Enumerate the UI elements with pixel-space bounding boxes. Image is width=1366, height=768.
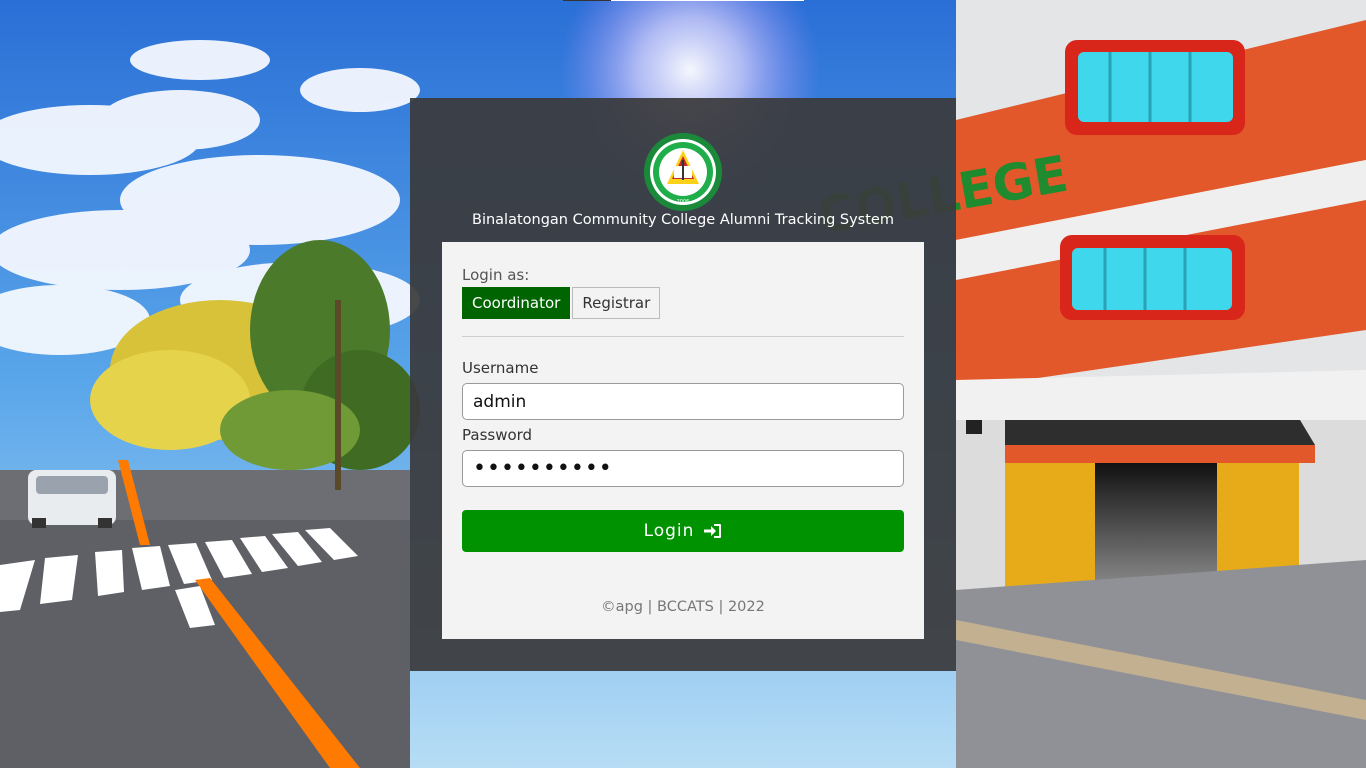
username-input[interactable] <box>462 383 904 420</box>
role-registrar-button[interactable]: Registrar <box>572 287 661 319</box>
login-card: Login as: Coordinator Registrar Username… <box>442 242 924 639</box>
system-title: Binalatongan Community College Alumni Tr… <box>472 212 894 228</box>
sign-in-icon <box>704 523 722 539</box>
password-input[interactable] <box>462 450 904 487</box>
username-label: Username <box>462 359 539 377</box>
logo-year: 2006 <box>677 199 690 205</box>
login-panel: 2006 Binalatongan Community College Alum… <box>410 98 956 671</box>
login-as-label: Login as: <box>462 266 530 284</box>
role-coordinator-button[interactable]: Coordinator <box>462 287 571 319</box>
password-label: Password <box>462 426 533 444</box>
login-button-label: Login <box>643 521 695 541</box>
footer-text: ©apg | BCCATS | 2022 <box>601 599 765 615</box>
login-button[interactable]: Login <box>462 510 904 552</box>
bcc-seal-logo-icon: 2006 <box>643 132 723 212</box>
role-selector: Coordinator Registrar <box>462 287 661 319</box>
divider <box>462 336 904 337</box>
